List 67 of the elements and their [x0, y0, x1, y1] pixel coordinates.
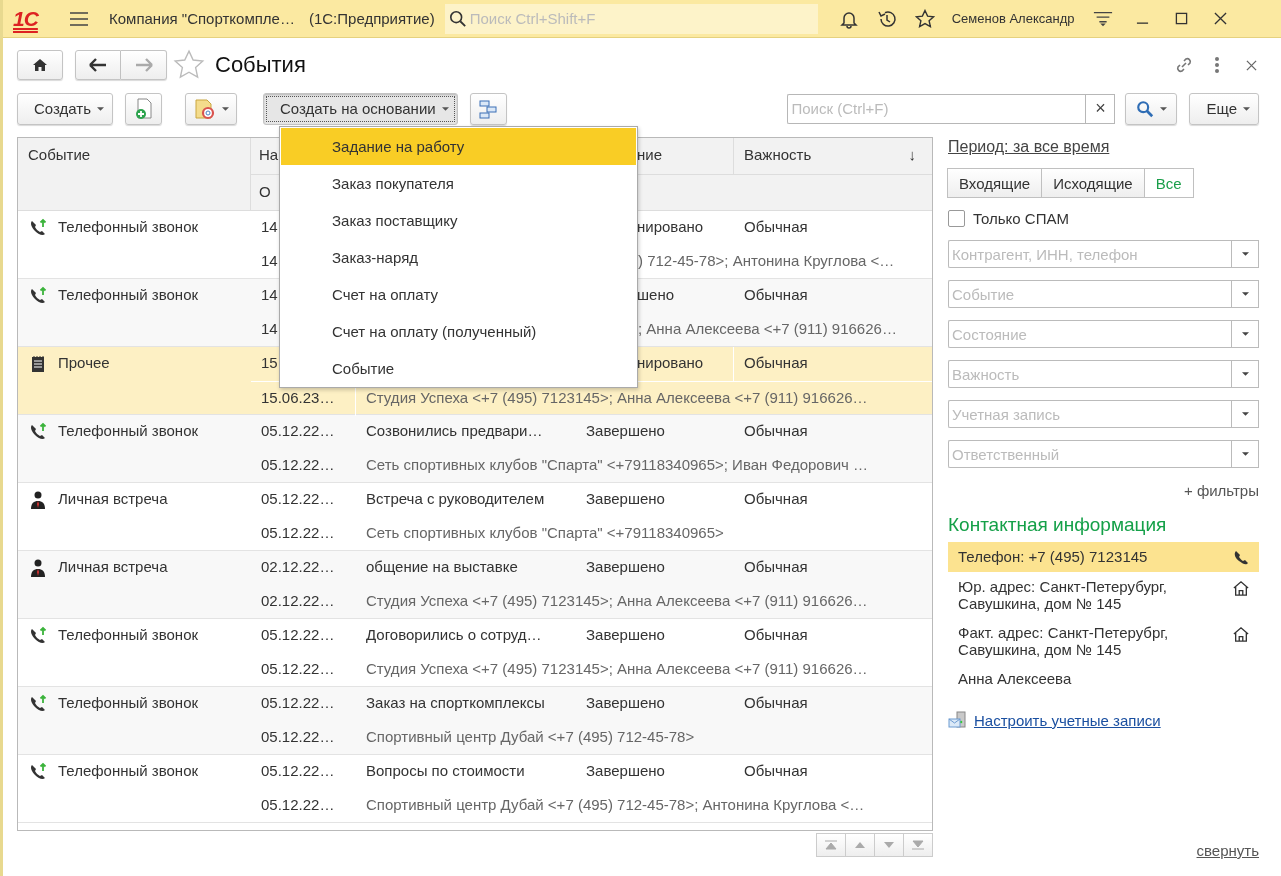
table-cell: Сеть спортивных клубов "Спарта" <+79118340965>	[366, 524, 724, 541]
contact-heading: Контактная информация	[948, 514, 1168, 536]
table-cell: Вопросы по стоимости	[366, 762, 525, 779]
table-cell: Встреча с руководителем	[366, 490, 545, 507]
event-type: Прочее	[58, 354, 110, 371]
table-cell: Завершено	[586, 422, 665, 439]
spam-label: Только СПАМ	[973, 209, 1069, 227]
table-cell: Спортивный центр Дубай <+7 (495) 712-45-78>	[366, 728, 695, 745]
table-cell-text: Обычная	[744, 490, 808, 509]
table-cell: 05.12.22…	[261, 524, 335, 541]
table-cell: 15.06.23…	[261, 389, 335, 406]
event-type: Телефонный звонок	[58, 694, 199, 711]
table-cell: Заказ на спорткомплексы	[366, 694, 545, 711]
table-cell: нировано	[637, 218, 704, 235]
table-cell: 02.12.22…	[261, 592, 335, 609]
table-cell: Сеть спортивных клубов "Спарта" <+79118340965>; Иван Федорович …	[366, 456, 869, 473]
table-cell: 05.12.22…	[261, 456, 335, 473]
table-cell: Студия Успеха <+7 (495) 7123145>; Анна Алексеева <+7 (911) 916626…	[366, 389, 868, 406]
table-cell: общение на выставке	[366, 558, 518, 575]
event-type: Телефонный звонок	[58, 218, 199, 235]
table-cell: Спортивный центр Дубай <+7 (495) 712-45-78>; Антонина Круглова <…	[366, 796, 865, 813]
table-cell: 14	[261, 252, 278, 269]
event-type: Телефонный звонок	[58, 422, 199, 439]
table-cell: 05.12.22…	[261, 762, 335, 779]
table-cell-text: Обычная	[744, 218, 808, 237]
table-cell: 14	[261, 218, 278, 235]
app-title: Компания "Спорткомпле…	[109, 10, 295, 27]
table-cell-text: Обычная	[744, 558, 808, 577]
table-cell: Завершено	[586, 490, 665, 507]
table-cell: 15	[261, 354, 278, 371]
table-cell: 14	[261, 286, 278, 303]
table-cell: 05.12.22…	[261, 490, 335, 507]
table-cell: Созвонились предвари…	[366, 422, 543, 439]
event-type: Телефонный звонок	[58, 286, 199, 303]
table-cell-text: Обычная	[744, 422, 808, 441]
table-cell: 05.12.22…	[261, 796, 335, 813]
table-cell: ) 712-45-78>; Антонина Круглова <…	[638, 252, 895, 269]
table-cell: ; Анна Алексеева <+7 (911) 916626…	[638, 320, 897, 337]
table-cell: Завершено	[586, 626, 665, 643]
table-cell: Завершено	[586, 762, 665, 779]
table-cell-text: Обычная	[744, 626, 808, 645]
event-type: Телефонный звонок	[58, 762, 199, 779]
form-title: События	[215, 52, 306, 78]
table-cell: Студия Успеха <+7 (495) 7123145>; Анна Алексеева <+7 (911) 916626…	[366, 660, 868, 677]
table-cell-text: Обычная	[744, 762, 808, 781]
table-cell-text: Обычная	[744, 286, 808, 305]
table-cell-text: Обычная	[744, 354, 808, 373]
event-type: Личная встреча	[58, 490, 168, 507]
table-cell: Завершено	[586, 694, 665, 711]
table-cell: 14	[261, 320, 278, 337]
table-cell: нировано	[637, 354, 704, 371]
table-cell: 02.12.22…	[261, 558, 335, 575]
table-cell-text: Обычная	[744, 694, 808, 713]
sort-arrow: ↓	[908, 146, 916, 165]
table-cell: 05.12.22…	[261, 626, 335, 643]
event-type: Телефонный звонок	[58, 626, 199, 643]
table-cell: 05.12.22…	[261, 694, 335, 711]
table-cell: Договорились о сотруд…	[366, 626, 542, 643]
app-product: (1С:Предприятие)	[308, 10, 435, 27]
app-logo: 1С	[13, 6, 40, 31]
table-cell: 05.12.22…	[261, 660, 335, 677]
table-cell: шено	[637, 286, 674, 303]
table-cell: 05.12.22…	[261, 422, 335, 439]
table-cell: 05.12.22…	[261, 728, 335, 745]
event-type: Личная встреча	[58, 558, 168, 575]
table-cell: Студия Успеха <+7 (495) 7123145>; Анна Алексеева <+7 (911) 916626…	[366, 592, 868, 609]
table-cell: Завершено	[586, 558, 665, 575]
